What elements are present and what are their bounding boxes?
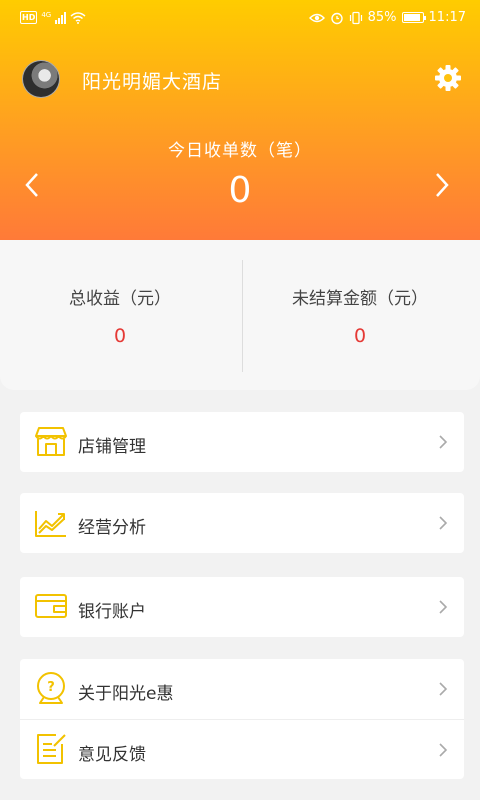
unsettled-amount: 未结算金额（元） 0 bbox=[240, 240, 480, 390]
about-feedback-card: ? 关于阳光e惠 意见反馈 bbox=[20, 659, 464, 779]
chevron-right-icon bbox=[439, 743, 448, 757]
edit-note-icon bbox=[37, 734, 66, 764]
bank-card: 银行账户 bbox=[20, 577, 464, 637]
menu-item-analysis-label: 经营分析 bbox=[78, 518, 146, 538]
chevron-left-icon[interactable] bbox=[18, 170, 48, 200]
unsettled-amount-value: 0 bbox=[353, 325, 367, 347]
clock: 11:17 bbox=[428, 10, 466, 25]
status-bar: HD 4G 85% 11:17 bbox=[0, 0, 480, 38]
svg-text:?: ? bbox=[47, 680, 55, 695]
menu-item-store[interactable]: 店铺管理 bbox=[20, 412, 464, 472]
menu-item-about-label: 关于阳光e惠 bbox=[78, 684, 174, 704]
wifi-icon bbox=[70, 11, 86, 24]
vibrate-icon bbox=[349, 11, 362, 24]
chevron-right-icon bbox=[439, 600, 448, 614]
battery-icon bbox=[401, 12, 426, 23]
today-orders-label: 今日收单数（笔） bbox=[168, 141, 312, 161]
chevron-right-icon bbox=[439, 516, 448, 530]
total-income: 总收益（元） 0 bbox=[0, 240, 240, 390]
alarm-icon bbox=[330, 12, 343, 24]
trend-chart-icon bbox=[35, 511, 66, 537]
wallet-card-icon bbox=[35, 594, 67, 618]
menu-item-bank[interactable]: 银行账户 bbox=[20, 577, 464, 637]
menu-item-feedback-label: 意见反馈 bbox=[78, 745, 146, 765]
signal-icon bbox=[55, 11, 67, 24]
unsettled-amount-label: 未结算金额（元） bbox=[292, 289, 428, 309]
menu-item-bank-label: 银行账户 bbox=[78, 602, 146, 622]
storefront-icon bbox=[35, 427, 67, 456]
total-income-value: 0 bbox=[113, 325, 127, 347]
chevron-right-icon bbox=[439, 435, 448, 449]
question-bubble-icon: ? bbox=[37, 672, 65, 704]
hd-badge: HD bbox=[20, 11, 38, 24]
total-income-label: 总收益（元） bbox=[69, 289, 171, 309]
menu-item-analysis[interactable]: 经营分析 bbox=[20, 493, 464, 553]
store-card: 店铺管理 bbox=[20, 412, 464, 472]
stats-panel: 总收益（元） 0 未结算金额（元） 0 bbox=[0, 240, 480, 390]
menu-item-feedback[interactable]: 意见反馈 bbox=[20, 719, 464, 779]
hotel-name: 阳光明媚大酒店 bbox=[82, 71, 223, 93]
battery-percent: 85% bbox=[367, 10, 397, 25]
chevron-right-icon[interactable] bbox=[426, 170, 456, 200]
menu-item-about[interactable]: ? 关于阳光e惠 bbox=[20, 659, 464, 719]
avatar[interactable] bbox=[22, 60, 60, 98]
eye-icon bbox=[308, 13, 325, 22]
header: HD 4G 85% 11:17 阳光明媚大酒店 今日收单数（笔） 0 bbox=[0, 0, 480, 240]
chevron-right-icon bbox=[439, 682, 448, 696]
menu-item-store-label: 店铺管理 bbox=[78, 437, 146, 457]
network-type: 4G bbox=[41, 11, 52, 19]
gear-icon[interactable] bbox=[434, 64, 462, 92]
analysis-card: 经营分析 bbox=[20, 493, 464, 553]
today-orders-value: 0 bbox=[228, 170, 252, 211]
